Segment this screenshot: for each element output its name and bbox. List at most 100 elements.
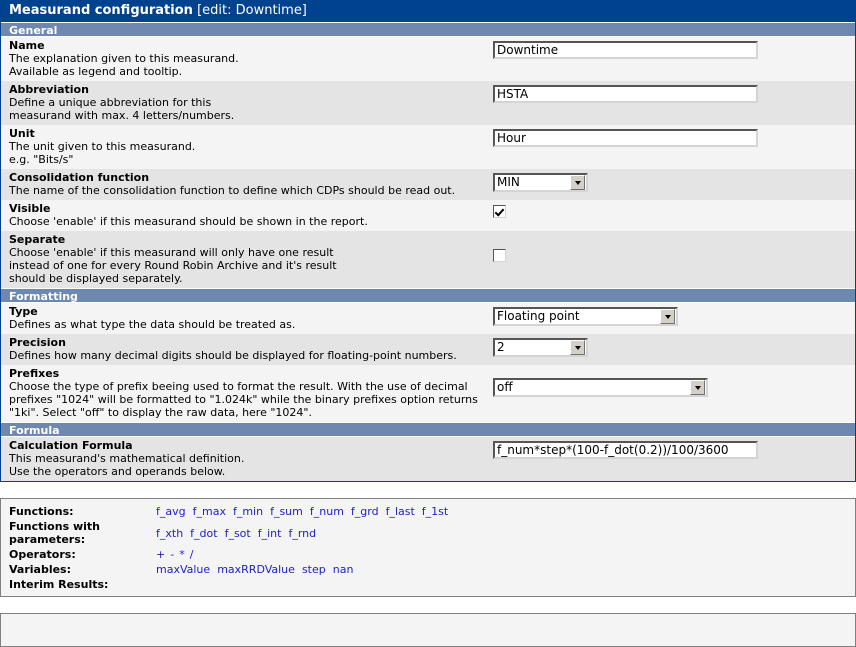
field-desc-name-line2: Available as legend and tooltip. — [9, 65, 183, 78]
field-desc-name-line1: The explanation given to this measurand. — [9, 52, 239, 65]
formula-operands-panel: Functions: f_avg f_max f_min f_sum f_num f_gr… — [0, 498, 856, 597]
field-desc-separate-line1: Choose 'enable' if this measurand will o… — [9, 246, 334, 259]
field-label-name: Name — [9, 39, 45, 52]
field-desc-consolidation-function-line1: The name of the consolidation function t… — [9, 184, 456, 197]
field-desc-calculation-formula-line2: Use the operators and operands below. — [9, 465, 226, 478]
section-header-formatting: Formatting — [1, 288, 855, 303]
operand-link-f_sot[interactable]: f_sot — [225, 527, 251, 540]
field-desc-precision-line1: Defines how many decimal digits should b… — [9, 349, 457, 362]
operand-link-f_num[interactable]: f_num — [310, 505, 344, 518]
field-label-abbreviation: Abbreviation — [9, 83, 89, 96]
chevron-down-icon — [570, 340, 585, 355]
precision-select[interactable]: 2 — [493, 338, 588, 357]
field-row-unit-control — [493, 125, 855, 150]
type-select[interactable]: Floating point — [493, 307, 678, 326]
operand-link-f_max[interactable]: f_max — [193, 505, 226, 518]
field-desc-type-line1: Defines as what type the data should be … — [9, 318, 296, 331]
operand-link-step[interactable]: step — [302, 563, 326, 576]
helper-links-functions-with-parameters: f_xth f_dot f_sot f_int f_rnd — [156, 520, 855, 540]
visible-checkbox[interactable] — [493, 204, 506, 218]
field-row-prefixes-control: off — [493, 365, 855, 400]
unit-input[interactable] — [493, 129, 758, 147]
field-row-name: Name The explanation given to this measu… — [1, 37, 855, 81]
field-desc-prefixes-line1: Choose the type of prefix beeing used to… — [9, 380, 468, 393]
field-row-visible-control — [493, 200, 855, 221]
field-row-visible-description: Visible Choose 'enable' if this measuran… — [1, 200, 493, 231]
prefixes-select[interactable]: off — [493, 378, 708, 397]
field-desc-separate-line2: instead of one for every Round Robin Arc… — [9, 259, 337, 272]
helper-row-variables: Variables: maxValue maxRRDValue step nan — [1, 562, 855, 577]
helper-label-operators: Operators: — [9, 548, 76, 561]
operand-link-[interactable]: / — [190, 548, 194, 561]
operand-link-maxValue[interactable]: maxValue — [156, 563, 210, 576]
helper-row-functions-with-parameters: Functions with parameters: f_xth f_dot f_s… — [1, 519, 855, 547]
field-desc-prefixes-line3: "1ki". Select "off" to display the raw d… — [9, 406, 312, 419]
section-header-formula: Formula — [1, 422, 855, 437]
field-desc-visible-line1: Choose 'enable' if this measurand should… — [9, 215, 368, 228]
operand-link-f_last[interactable]: f_last — [386, 505, 415, 518]
field-label-unit: Unit — [9, 127, 35, 140]
helper-spacer — [0, 597, 856, 613]
separate-checkbox[interactable] — [493, 248, 506, 262]
type-value: Floating point — [497, 309, 580, 323]
measurand-configuration-panel: Measurand configuration [edit: Downtime]… — [0, 0, 856, 482]
helper-label-functions-with-parameters-line2: parameters: — [9, 533, 86, 546]
field-desc-abbreviation-line1: Define a unique abbreviation for this — [9, 96, 212, 109]
operand-link-[interactable]: - — [170, 548, 174, 561]
interim-results-output-box — [0, 613, 856, 647]
helper-label-functions: Functions: — [9, 505, 74, 518]
field-label-visible: Visible — [9, 202, 51, 215]
operand-link-f_rnd[interactable]: f_rnd — [288, 527, 316, 540]
abbreviation-input[interactable] — [493, 85, 758, 103]
field-row-separate-control — [493, 231, 855, 265]
field-row-type-description: Type Defines as what type the data shoul… — [1, 303, 493, 334]
consolidation-function-value: MIN — [497, 175, 520, 189]
field-row-separate-description: Separate Choose 'enable' if this measura… — [1, 231, 493, 288]
chevron-down-icon — [690, 380, 705, 395]
field-row-prefixes: Prefixes Choose the type of prefix beein… — [1, 365, 855, 422]
field-row-name-description: Name The explanation given to this measu… — [1, 37, 493, 81]
helper-label-variables: Variables: — [9, 563, 72, 576]
field-row-abbreviation-control — [493, 81, 855, 106]
window-title-context: [edit: Downtime] — [197, 3, 307, 18]
field-label-calculation-formula: Calculation Formula — [9, 439, 133, 452]
operand-link-f_sum[interactable]: f_sum — [270, 505, 303, 518]
operand-link-f_1st[interactable]: f_1st — [422, 505, 448, 518]
consolidation-function-select[interactable]: MIN — [493, 173, 588, 192]
operand-link-f_avg[interactable]: f_avg — [156, 505, 186, 518]
helper-label-functions-with-parameters-line1: Functions with — [9, 520, 100, 533]
field-label-prefixes: Prefixes — [9, 367, 60, 380]
field-label-precision: Precision — [9, 336, 66, 349]
operand-link-f_dot[interactable]: f_dot — [190, 527, 217, 540]
helper-label-interim-results: Interim Results: — [9, 578, 109, 591]
operand-link-f_grd[interactable]: f_grd — [351, 505, 379, 518]
field-desc-prefixes-line2: prefixes "1024" will be formatted to "1.… — [9, 393, 478, 406]
window-titlebar: Measurand configuration [edit: Downtime] — [1, 0, 855, 22]
field-row-precision-description: Precision Defines how many decimal digit… — [1, 334, 493, 365]
operand-link-nan[interactable]: nan — [333, 563, 354, 576]
field-row-calculation-formula-description: Calculation Formula This measurand's mat… — [1, 437, 493, 481]
operand-link-[interactable]: + — [156, 548, 165, 561]
panel-spacer — [0, 482, 856, 498]
operand-link-maxRRDValue[interactable]: maxRRDValue — [217, 563, 295, 576]
prefixes-value: off — [497, 380, 513, 394]
field-row-calculation-formula: Calculation Formula This measurand's mat… — [1, 437, 855, 481]
helper-row-operators: Operators: + - * / — [1, 547, 855, 562]
helper-links-functions: f_avg f_max f_min f_sum f_num f_grd f_last f_1s… — [156, 505, 855, 518]
calculation-formula-input[interactable] — [493, 441, 758, 459]
field-row-abbreviation: Abbreviation Define a unique abbreviatio… — [1, 81, 855, 125]
name-input[interactable] — [493, 41, 758, 59]
section-header-general: General — [1, 22, 855, 37]
operand-link-f_xth[interactable]: f_xth — [156, 527, 183, 540]
operand-link-f_min[interactable]: f_min — [233, 505, 263, 518]
helper-row-interim-results: Interim Results: — [1, 577, 855, 592]
chevron-down-icon — [660, 309, 675, 324]
operand-link-f_int[interactable]: f_int — [258, 527, 282, 540]
field-row-consolidation-function-control: MIN — [493, 169, 855, 195]
helper-label-functions-with-parameters: Functions with parameters: — [1, 520, 156, 546]
operand-link-[interactable]: * — [179, 548, 185, 561]
field-label-separate: Separate — [9, 233, 66, 246]
field-row-prefixes-description: Prefixes Choose the type of prefix beein… — [1, 365, 493, 422]
window-title: Measurand configuration — [9, 3, 193, 18]
field-row-precision: Precision Defines how many decimal digit… — [1, 334, 855, 365]
